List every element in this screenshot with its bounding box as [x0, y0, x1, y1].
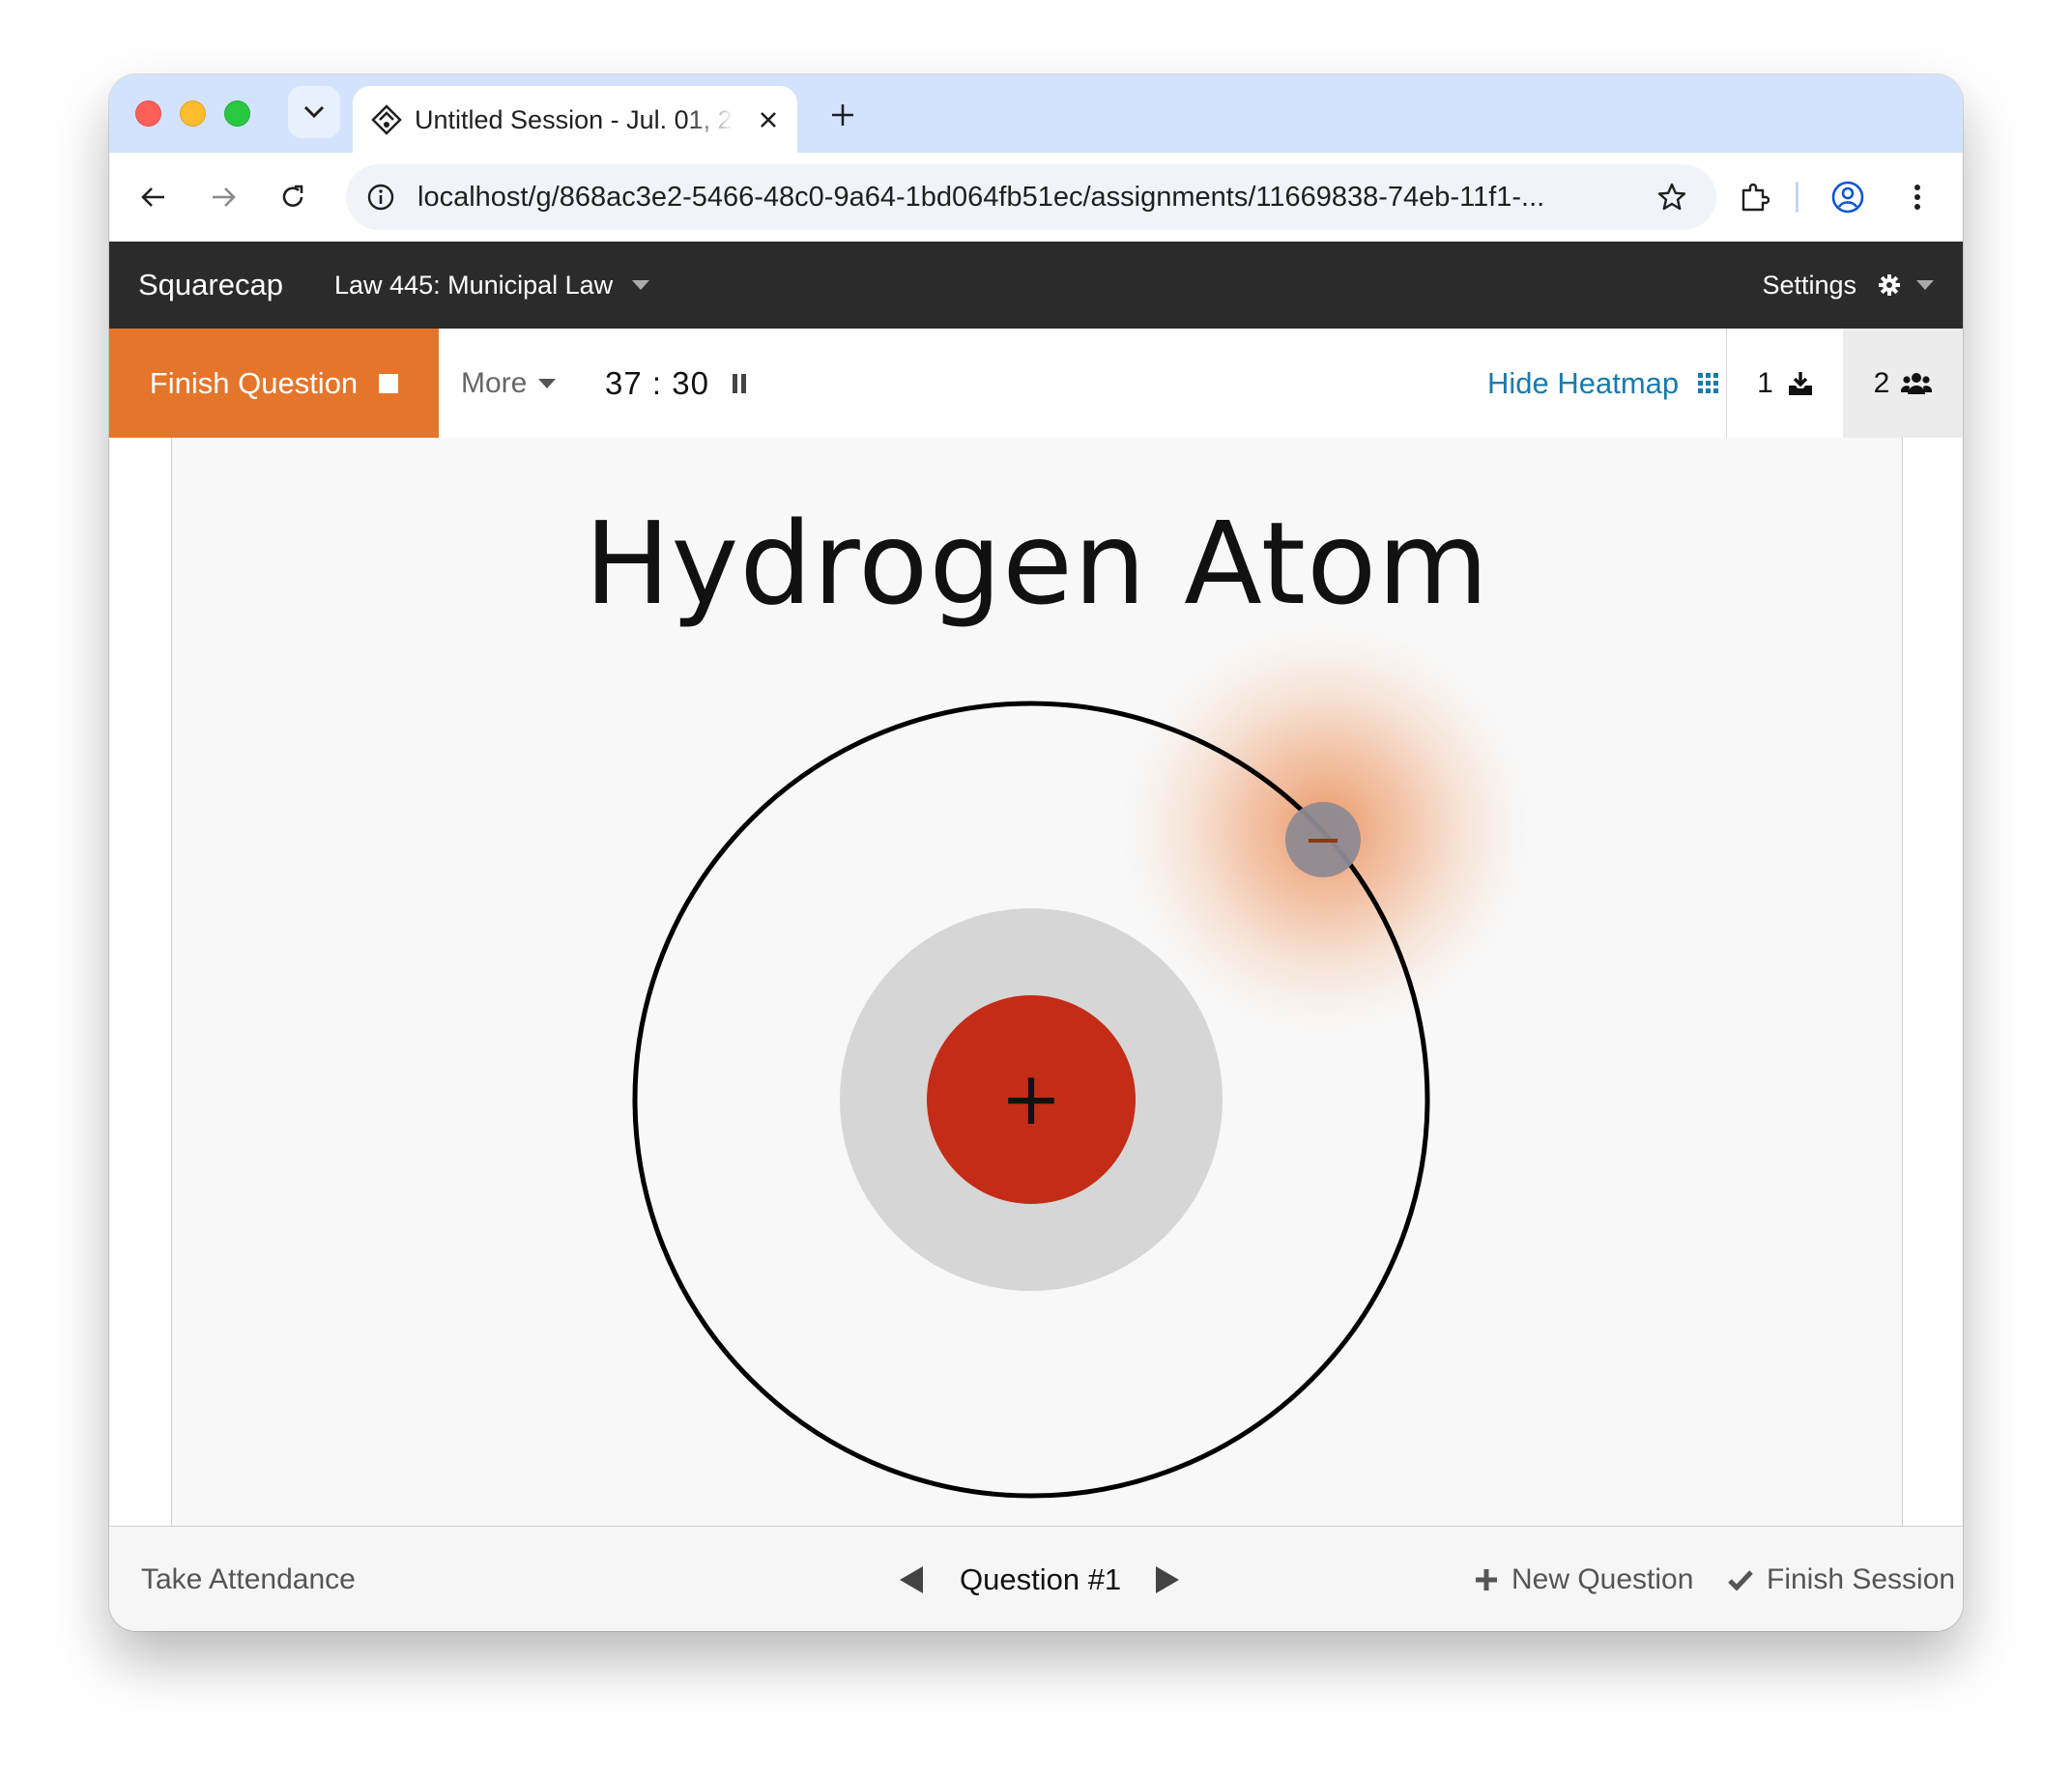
finish-question-label: Finish Question	[149, 365, 359, 400]
address-bar[interactable]: localhost/g/868ac3e2-5466-48c0-9a64-1bd0…	[346, 164, 1716, 230]
forward-button[interactable]	[200, 174, 246, 220]
settings-dropdown[interactable]: Settings	[1762, 267, 1934, 303]
arrow-left-icon	[141, 187, 164, 207]
previous-question-icon[interactable]	[900, 1565, 923, 1593]
arrow-right-icon	[213, 187, 236, 207]
course-label: Law 445: Municipal Law	[334, 271, 614, 300]
gear-icon	[1879, 274, 1900, 296]
star-icon	[1657, 183, 1686, 211]
course-dropdown[interactable]: Law 445: Municipal Law	[334, 267, 650, 303]
next-question-icon[interactable]	[1156, 1565, 1180, 1593]
stop-icon	[379, 373, 399, 393]
question-navigator: Question #1	[900, 1527, 1180, 1631]
chevron-down-icon	[632, 280, 650, 290]
close-icon	[761, 112, 776, 128]
site-info-button[interactable]	[361, 178, 400, 216]
reload-button[interactable]	[270, 174, 316, 220]
grid-icon	[1698, 372, 1719, 393]
inbox-download-icon	[1788, 371, 1812, 395]
finish-session-label: Finish Session	[1767, 1562, 1956, 1595]
profile-button[interactable]	[1825, 174, 1871, 220]
tab-title: Untitled Session - Jul. 01, 2025	[415, 105, 734, 134]
back-button[interactable]	[130, 174, 177, 220]
chevron-down-icon	[538, 378, 557, 388]
responses-count-button[interactable]: 1	[1726, 329, 1844, 438]
session-bottom-bar: Take Attendance Question #1 New Question…	[109, 1526, 1963, 1631]
question-label[interactable]: Question #1	[960, 1562, 1121, 1597]
tab-close-button[interactable]	[751, 102, 786, 137]
chevron-down-icon	[303, 105, 325, 119]
new-question-label: New Question	[1511, 1562, 1694, 1595]
electron-minus-sign: −	[1304, 813, 1342, 867]
browser-toolbar: localhost/g/868ac3e2-5466-48c0-9a64-1bd0…	[109, 153, 1963, 243]
hide-heatmap-label: Hide Heatmap	[1487, 365, 1680, 400]
tab-search-button[interactable]	[288, 86, 340, 138]
timer-value: 37 : 30	[605, 364, 709, 401]
squarecap-favicon-icon	[371, 104, 402, 135]
brand-logo[interactable]: Squarecap	[138, 265, 283, 305]
toolbar-divider	[1796, 182, 1799, 213]
take-attendance-button[interactable]: Take Attendance	[141, 1527, 356, 1631]
app-navbar: Squarecap Law 445: Municipal Law Setting…	[109, 242, 1963, 329]
browser-menu-button[interactable]	[1894, 174, 1941, 220]
hide-heatmap-button[interactable]: Hide Heatmap	[1487, 329, 1719, 438]
question-timer: 37 : 30	[605, 329, 746, 438]
nucleus-plus-sign: +	[1000, 1055, 1062, 1141]
users-icon	[1901, 372, 1933, 394]
question-action-bar: Finish Question More 37 : 30 Hide Heatma…	[109, 329, 1963, 439]
minimize-window-button[interactable]	[180, 100, 206, 127]
reload-icon	[282, 185, 303, 207]
more-vertical-icon	[1914, 185, 1920, 210]
finish-session-button[interactable]: Finish Session	[1728, 1527, 1955, 1631]
slide-area: Hydrogen Atom + −	[109, 438, 1963, 1526]
more-label: More	[461, 366, 528, 399]
participants-count: 2	[1873, 366, 1890, 399]
hydrogen-atom-diagram: + −	[632, 621, 1534, 1499]
new-tab-button[interactable]	[820, 92, 866, 138]
url-text[interactable]: localhost/g/868ac3e2-5466-48c0-9a64-1bd0…	[417, 178, 1626, 216]
browser-tab[interactable]: Untitled Session - Jul. 01, 2025	[353, 86, 797, 153]
puzzle-icon	[1741, 183, 1770, 212]
pause-icon[interactable]	[732, 373, 746, 393]
finish-question-button[interactable]: Finish Question	[109, 329, 439, 438]
bookmark-button[interactable]	[1651, 176, 1693, 218]
settings-label: Settings	[1762, 271, 1856, 300]
browser-window: Untitled Session - Jul. 01, 2025 localho…	[109, 74, 1963, 1631]
info-icon	[367, 184, 394, 211]
tab-strip: Untitled Session - Jul. 01, 2025	[109, 74, 1963, 153]
maximize-window-button[interactable]	[224, 100, 250, 127]
responses-count: 1	[1757, 366, 1773, 399]
close-window-button[interactable]	[135, 100, 161, 127]
extensions-button[interactable]	[1731, 174, 1777, 220]
participants-count-button[interactable]: 2	[1843, 329, 1963, 438]
plus-icon	[1476, 1568, 1497, 1590]
account-circle-icon	[1831, 181, 1864, 214]
checkmark-icon	[1728, 1569, 1753, 1590]
new-question-button[interactable]: New Question	[1475, 1527, 1693, 1631]
slide-panel[interactable]: Hydrogen Atom + −	[171, 438, 1903, 1526]
plus-icon	[832, 104, 853, 126]
chevron-down-icon	[1916, 280, 1934, 290]
more-dropdown[interactable]: More	[461, 329, 557, 438]
